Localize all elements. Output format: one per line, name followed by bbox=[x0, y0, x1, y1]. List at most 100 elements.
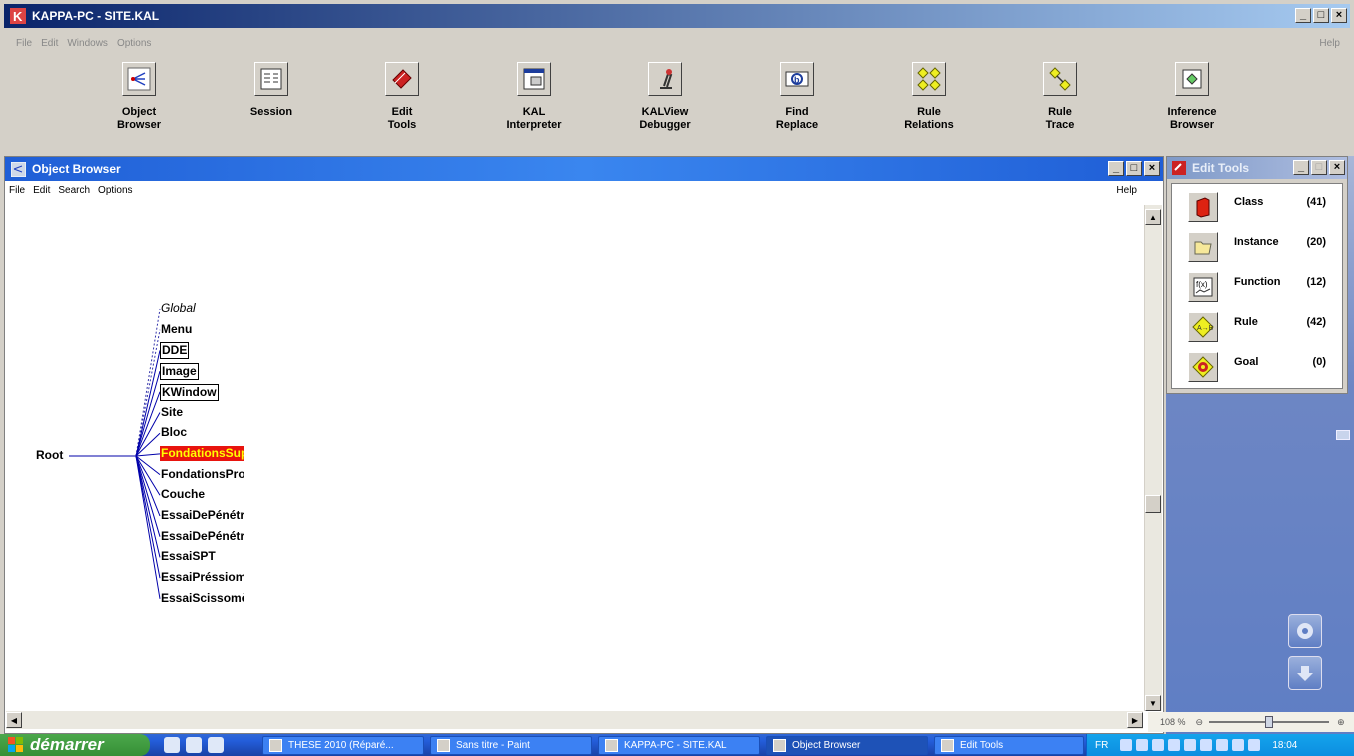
rule-diamond-icon: A→B bbox=[1188, 312, 1218, 342]
tray-network2-icon[interactable] bbox=[1152, 739, 1165, 751]
svg-text:b: b bbox=[794, 75, 800, 85]
scroll-left-button[interactable]: ◀ bbox=[6, 712, 22, 728]
task-paint[interactable]: Sans titre - Paint bbox=[430, 736, 592, 755]
menu-help[interactable]: Help bbox=[1319, 38, 1340, 49]
object-browser-titlebar[interactable]: Object Browser _ □ × bbox=[5, 157, 1163, 181]
tray-display-icon[interactable] bbox=[1200, 739, 1213, 751]
inference-browser-button[interactable]: Inference Browser bbox=[1137, 58, 1247, 132]
session-button[interactable]: Session bbox=[216, 58, 326, 119]
task-kappa-pc[interactable]: KAPPA-PC - SITE.KAL bbox=[598, 736, 760, 755]
tree-node[interactable]: KWindow bbox=[160, 383, 219, 401]
quicklaunch-media-icon[interactable] bbox=[186, 737, 202, 753]
instance-folder-icon bbox=[1188, 232, 1218, 262]
object-browser-title: Object Browser bbox=[32, 162, 121, 176]
ob-menu-search[interactable]: Search bbox=[58, 185, 90, 201]
scroll-right-button[interactable]: ▶ bbox=[1127, 712, 1143, 728]
side-scroll-marker[interactable] bbox=[1336, 430, 1350, 440]
svg-text:K: K bbox=[13, 9, 23, 24]
scroll-up-button[interactable]: ▲ bbox=[1145, 209, 1161, 225]
rule-relations-button[interactable]: Rule Relations bbox=[874, 58, 984, 132]
find-replace-button[interactable]: b Find Replace bbox=[742, 58, 852, 132]
svg-text:A→B: A→B bbox=[1197, 325, 1214, 332]
tray-arrow-icon[interactable] bbox=[1120, 739, 1133, 751]
zoom-bar: 108 % ⊖ ⊕ bbox=[1148, 712, 1354, 732]
kappa-icon bbox=[605, 739, 618, 752]
tray-antivirus-icon[interactable] bbox=[1216, 739, 1229, 751]
edit-tool-goal[interactable]: Goal (0) bbox=[1188, 352, 1340, 386]
object-browser-menubar: File Edit Search Options Help bbox=[5, 185, 1163, 201]
disc-button[interactable] bbox=[1288, 614, 1322, 648]
tree-node[interactable]: Site bbox=[160, 405, 184, 420]
edit-tool-class[interactable]: Class (41) bbox=[1188, 192, 1340, 226]
zoom-out-icon[interactable]: ⊖ bbox=[1196, 717, 1204, 728]
vertical-scrollbar[interactable]: ▲ ▼ bbox=[1144, 205, 1162, 711]
scroll-down-button[interactable]: ▼ bbox=[1145, 695, 1161, 711]
menu-windows[interactable]: Windows bbox=[67, 38, 108, 54]
et-minimize-button[interactable]: _ bbox=[1293, 160, 1309, 175]
tray-network-icon[interactable] bbox=[1136, 739, 1149, 751]
quicklaunch-ie-icon[interactable] bbox=[164, 737, 180, 753]
tree-root[interactable]: Root bbox=[35, 448, 64, 463]
tree-node[interactable]: Menu bbox=[160, 322, 193, 337]
menu-options[interactable]: Options bbox=[117, 38, 151, 54]
edit-tool-function[interactable]: f(x) Function (12) bbox=[1188, 272, 1340, 306]
ob-menu-help[interactable]: Help bbox=[1116, 185, 1137, 196]
ob-menu-options[interactable]: Options bbox=[98, 185, 132, 201]
edit-tools-button[interactable]: Edit Tools bbox=[347, 58, 457, 132]
tree-node[interactable]: Bloc bbox=[160, 425, 188, 440]
tray-update-icon[interactable] bbox=[1232, 739, 1245, 751]
tree-node[interactable]: Image bbox=[160, 363, 199, 381]
tree-node[interactable]: Couche bbox=[160, 487, 206, 502]
zoom-in-icon[interactable]: ⊕ bbox=[1337, 717, 1345, 728]
scroll-thumb[interactable] bbox=[1145, 495, 1161, 513]
tree-node[interactable]: EssaiScissomè bbox=[160, 591, 244, 606]
zoom-value: 108 % bbox=[1160, 717, 1186, 727]
kal-interpreter-button[interactable]: KAL Interpreter bbox=[479, 58, 589, 132]
tree-node[interactable]: Global bbox=[160, 301, 197, 316]
horizontal-scrollbar[interactable]: ◀ ▶ bbox=[6, 711, 1143, 729]
minimize-button[interactable]: _ bbox=[1295, 8, 1311, 23]
language-indicator[interactable]: FR bbox=[1095, 740, 1108, 751]
et-close-button[interactable]: × bbox=[1329, 160, 1345, 175]
object-browser-button[interactable]: Object Browser bbox=[84, 58, 194, 132]
main-titlebar[interactable]: K KAPPA-PC - SITE.KAL _ □ × bbox=[4, 4, 1350, 28]
find-replace-icon: b bbox=[780, 62, 814, 96]
goal-target-icon bbox=[1188, 352, 1218, 382]
tree-node[interactable]: EssaiPréssiom bbox=[160, 570, 244, 585]
task-edit-tools[interactable]: Edit Tools bbox=[934, 736, 1084, 755]
menu-file[interactable]: File bbox=[16, 38, 32, 54]
download-button[interactable] bbox=[1288, 656, 1322, 690]
edit-tool-rule[interactable]: A→B Rule (42) bbox=[1188, 312, 1340, 346]
rule-trace-button[interactable]: Rule Trace bbox=[1005, 58, 1115, 132]
tree-node[interactable]: DDE bbox=[160, 342, 190, 360]
ob-maximize-button[interactable]: □ bbox=[1126, 161, 1142, 176]
arrow-down-icon bbox=[1297, 666, 1313, 681]
quicklaunch-word-icon[interactable] bbox=[208, 737, 224, 753]
maximize-button[interactable]: □ bbox=[1313, 8, 1329, 23]
tray-app-icon[interactable] bbox=[1248, 739, 1261, 751]
tree-node[interactable]: EssaiDePénétr bbox=[160, 529, 244, 544]
system-tray: FR 18:04 bbox=[1086, 734, 1354, 756]
ob-close-button[interactable]: × bbox=[1144, 161, 1160, 176]
tree-node[interactable]: EssaiDePénétr bbox=[160, 508, 244, 523]
edit-tools-titlebar[interactable]: Edit Tools _ □ × bbox=[1167, 157, 1347, 179]
object-browser-window-icon bbox=[11, 161, 26, 177]
tray-security-icon[interactable] bbox=[1184, 739, 1197, 751]
tree-node[interactable]: EssaiSPT bbox=[160, 549, 217, 564]
tree-node[interactable]: FondationsPro bbox=[160, 467, 244, 482]
tree-node[interactable]: FondationsSup bbox=[160, 445, 244, 461]
et-maximize-button[interactable]: □ bbox=[1311, 160, 1327, 175]
kalview-debugger-button[interactable]: KALView Debugger bbox=[610, 58, 720, 132]
task-object-browser[interactable]: Object Browser bbox=[766, 736, 928, 755]
edit-tool-instance[interactable]: Instance (20) bbox=[1188, 232, 1340, 266]
tray-messenger-icon[interactable] bbox=[1168, 739, 1181, 751]
zoom-slider-thumb[interactable] bbox=[1265, 716, 1274, 728]
menu-edit[interactable]: Edit bbox=[41, 38, 58, 54]
start-button[interactable]: démarrer bbox=[0, 734, 150, 756]
ob-menu-file[interactable]: File bbox=[9, 185, 25, 201]
close-button[interactable]: × bbox=[1331, 8, 1347, 23]
ob-minimize-button[interactable]: _ bbox=[1108, 161, 1124, 176]
zoom-slider[interactable] bbox=[1209, 716, 1330, 728]
ob-menu-edit[interactable]: Edit bbox=[33, 185, 50, 201]
task-these-2010[interactable]: THESE 2010 (Réparé... bbox=[262, 736, 424, 755]
